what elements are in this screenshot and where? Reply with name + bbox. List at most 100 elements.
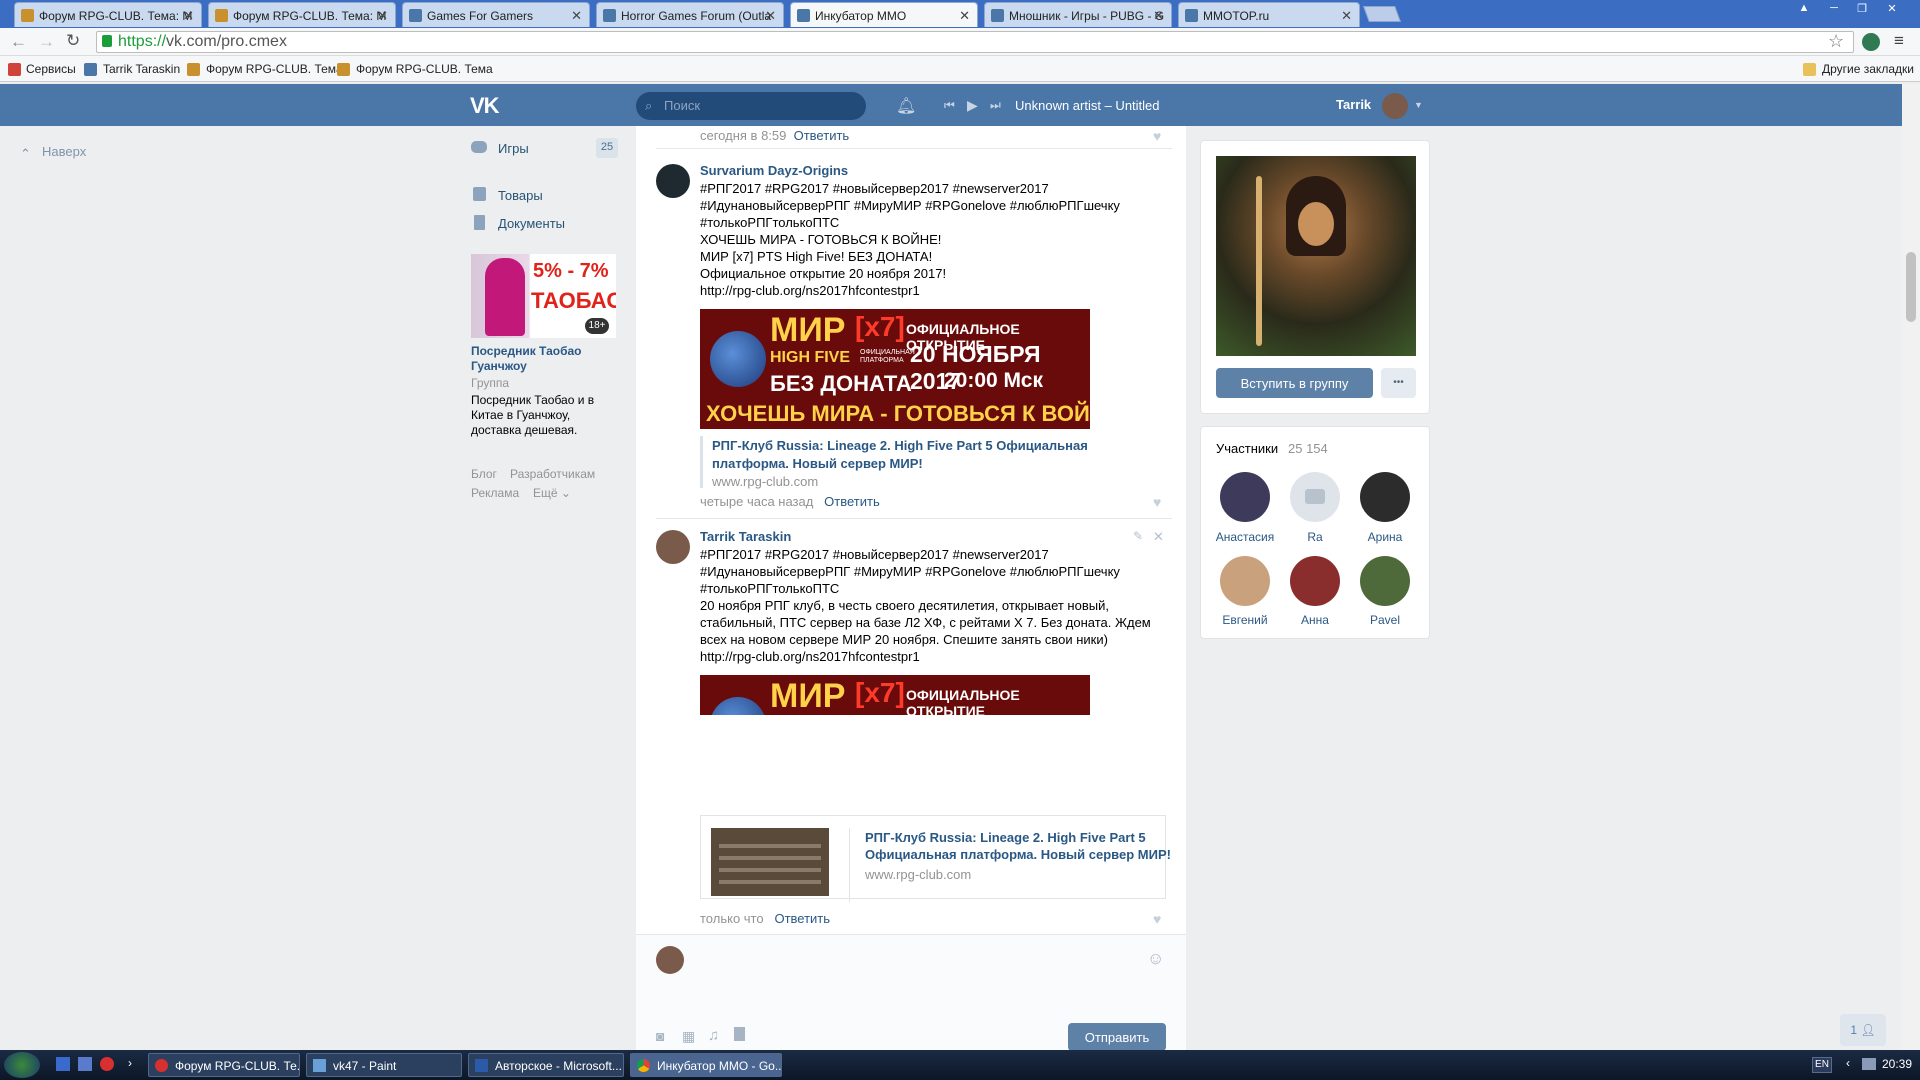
document-icon[interactable]	[734, 1027, 745, 1041]
avatar[interactable]	[1290, 556, 1340, 606]
edit-icon[interactable]: ✎	[1133, 529, 1143, 543]
avatar[interactable]	[656, 164, 690, 198]
close-tab-icon[interactable]: ✕	[1153, 8, 1164, 24]
avatar[interactable]	[1290, 472, 1340, 522]
other-bookmarks[interactable]: Другие закладки	[1822, 62, 1914, 76]
scrollbar[interactable]	[1902, 84, 1920, 1050]
browser-tab[interactable]: Horror Games Forum (Outla ✕	[596, 2, 784, 27]
member-name[interactable]: Анастасия	[1210, 530, 1280, 544]
new-tab-button[interactable]	[1363, 6, 1401, 22]
member-name[interactable]: Ra	[1280, 530, 1350, 544]
user-name[interactable]: Tarrik	[1336, 97, 1371, 112]
join-group-button[interactable]: Вступить в группу	[1216, 368, 1373, 398]
preview-domain[interactable]: www.rpg-club.com	[865, 867, 971, 882]
avatar[interactable]	[1360, 472, 1410, 522]
link-preview-card[interactable]: РПГ-Клуб Russia: Lineage 2. High Five Pa…	[700, 815, 1171, 902]
sidebar-item-goods[interactable]: Товары	[498, 188, 543, 203]
footer-link-more[interactable]: Ещё ⌄	[533, 486, 571, 500]
start-button[interactable]	[4, 1052, 40, 1078]
bookmark-forum-2[interactable]: Форум RPG-CLUB. Тема	[356, 62, 493, 76]
now-playing[interactable]: Unknown artist – Untitled	[1015, 98, 1160, 113]
browser-tab[interactable]: MMOTOP.ru ✕	[1178, 2, 1360, 27]
reply-link[interactable]: Ответить	[824, 494, 880, 509]
smile-icon[interactable]: ☺	[1147, 949, 1164, 969]
bell-icon[interactable]: 🔔︎	[896, 96, 916, 116]
reply-link[interactable]: Ответить	[774, 911, 830, 926]
friends-online-badge[interactable]: 1 👤︎	[1840, 1014, 1886, 1046]
snippet-domain[interactable]: www.rpg-club.com	[712, 474, 818, 489]
close-tab-icon[interactable]: ✕	[183, 8, 194, 24]
prev-track-icon[interactable]: ⏮	[944, 98, 955, 113]
comment-author[interactable]: Tarrik Taraskin	[700, 529, 791, 544]
like-icon[interactable]: ♥	[1153, 911, 1161, 927]
preview-title-line[interactable]: РПГ-Клуб Russia: Lineage 2. High Five Pa…	[865, 829, 1161, 846]
reply-textarea[interactable]	[700, 942, 1170, 1002]
close-icon[interactable]: ✕	[1153, 529, 1164, 545]
footer-link-ads[interactable]: Реклама	[471, 486, 519, 500]
music-icon[interactable]: ♫	[708, 1027, 719, 1044]
close-window-icon[interactable]: ✕	[1880, 2, 1904, 16]
close-tab-icon[interactable]: ✕	[571, 8, 582, 24]
close-tab-icon[interactable]: ✕	[377, 8, 388, 24]
taskbar-task[interactable]: Авторское - Microsoft...	[468, 1053, 624, 1077]
taskbar-task[interactable]: vk47 - Paint	[306, 1053, 462, 1077]
hashtags-line[interactable]: #РПГ2017 #RPG2017 #новыйсервер2017 #news…	[700, 546, 1049, 563]
hashtags-line[interactable]: #толькоРПГтолькоПТС	[700, 580, 839, 597]
hashtags-line[interactable]: #РПГ2017 #RPG2017 #новыйсервер2017 #news…	[700, 180, 1049, 197]
footer-link-developers[interactable]: Разработчикам	[510, 467, 595, 481]
restore-icon[interactable]: ❐	[1850, 2, 1874, 16]
avatar[interactable]	[656, 946, 684, 974]
scrollbar-thumb[interactable]	[1906, 252, 1916, 322]
chevron-right-icon[interactable]: ›	[128, 1056, 132, 1070]
members-label[interactable]: Участники	[1216, 441, 1278, 456]
reload-icon[interactable]: ↻	[66, 31, 80, 51]
back-to-top-link[interactable]: Наверх	[42, 144, 86, 159]
vk-logo[interactable]: VK	[470, 93, 500, 119]
submit-button[interactable]: Отправить	[1068, 1023, 1166, 1051]
browser-tab[interactable]: Games For Gamers ✕	[402, 2, 590, 27]
ad-title[interactable]: Посредник Таобао Гуанчжоу	[471, 344, 621, 374]
minimize-icon[interactable]: ─	[1822, 2, 1846, 16]
promo-banner[interactable]: МИР [x7] ОФИЦИАЛЬНОЕ ОТКРЫТИЕ HIGH FIVE …	[700, 309, 1090, 429]
member-name[interactable]: Евгений	[1210, 613, 1280, 627]
bookmark-forum-1[interactable]: Форум RPG-CLUB. Тема	[206, 62, 343, 76]
user-icon[interactable]: ▲	[1792, 2, 1816, 16]
opera-icon[interactable]	[100, 1057, 114, 1071]
taskbar-task-active[interactable]: Инкубатор MMO - Go...	[630, 1053, 782, 1077]
close-tab-icon[interactable]: ✕	[959, 8, 970, 24]
close-tab-icon[interactable]: ✕	[1341, 8, 1352, 24]
quicklaunch-icon[interactable]	[78, 1057, 92, 1071]
snippet-title[interactable]: РПГ-Клуб Russia: Lineage 2. High Five Pa…	[712, 437, 1152, 473]
bookmark-services[interactable]: Сервисы	[26, 62, 76, 76]
hashtags-line[interactable]: #ИдунановыйсерверРПГ #МируМИР #RPGonelov…	[700, 563, 1120, 580]
ad-banner[interactable]: 5% - 7% ТАОБАО 18+	[471, 254, 616, 338]
footer-link-blog[interactable]: Блог	[471, 467, 497, 481]
hashtags-line[interactable]: #ИдунановыйсерверРПГ #МируМИР #RPGonelov…	[700, 197, 1120, 214]
sidebar-item-games[interactable]: Игры	[498, 141, 529, 156]
close-tab-icon[interactable]: ✕	[765, 8, 776, 24]
taskbar-task[interactable]: Форум RPG-CLUB. Те...	[148, 1053, 300, 1077]
more-options-button[interactable]: •••	[1381, 368, 1416, 398]
browser-tab[interactable]: Мношник - Игры - PUBG - G ✕	[984, 2, 1172, 27]
avatar[interactable]	[656, 530, 690, 564]
reply-link[interactable]: Ответить	[794, 128, 850, 143]
member-name[interactable]: Арина	[1350, 530, 1420, 544]
video-icon[interactable]: ▦	[682, 1028, 695, 1045]
sidebar-item-documents[interactable]: Документы	[498, 216, 565, 231]
like-icon[interactable]: ♥	[1153, 494, 1161, 510]
group-cover-image[interactable]	[1216, 156, 1416, 356]
comment-link[interactable]: http://rpg-club.org/ns2017hfcontestpr1	[700, 648, 920, 665]
promo-banner-loading[interactable]: МИР [x7] ОФИЦИАЛЬНОЕ ОТКРЫТИЕ	[700, 675, 1090, 715]
quicklaunch-icon[interactable]	[56, 1057, 70, 1071]
avatar[interactable]	[1360, 556, 1410, 606]
forward-icon[interactable]: →	[38, 32, 55, 52]
avatar[interactable]	[1220, 556, 1270, 606]
avatar[interactable]	[1382, 93, 1408, 119]
next-track-icon[interactable]: ⏭	[990, 98, 1001, 113]
network-icon[interactable]	[1862, 1058, 1876, 1070]
browser-tab-active[interactable]: Инкубатор MMO ✕	[790, 2, 978, 27]
member-name[interactable]: Анна	[1280, 613, 1350, 627]
language-indicator[interactable]: EN	[1812, 1057, 1832, 1073]
extension-icon[interactable]	[1862, 33, 1880, 51]
comment-link[interactable]: http://rpg-club.org/ns2017hfcontestpr1	[700, 282, 920, 299]
